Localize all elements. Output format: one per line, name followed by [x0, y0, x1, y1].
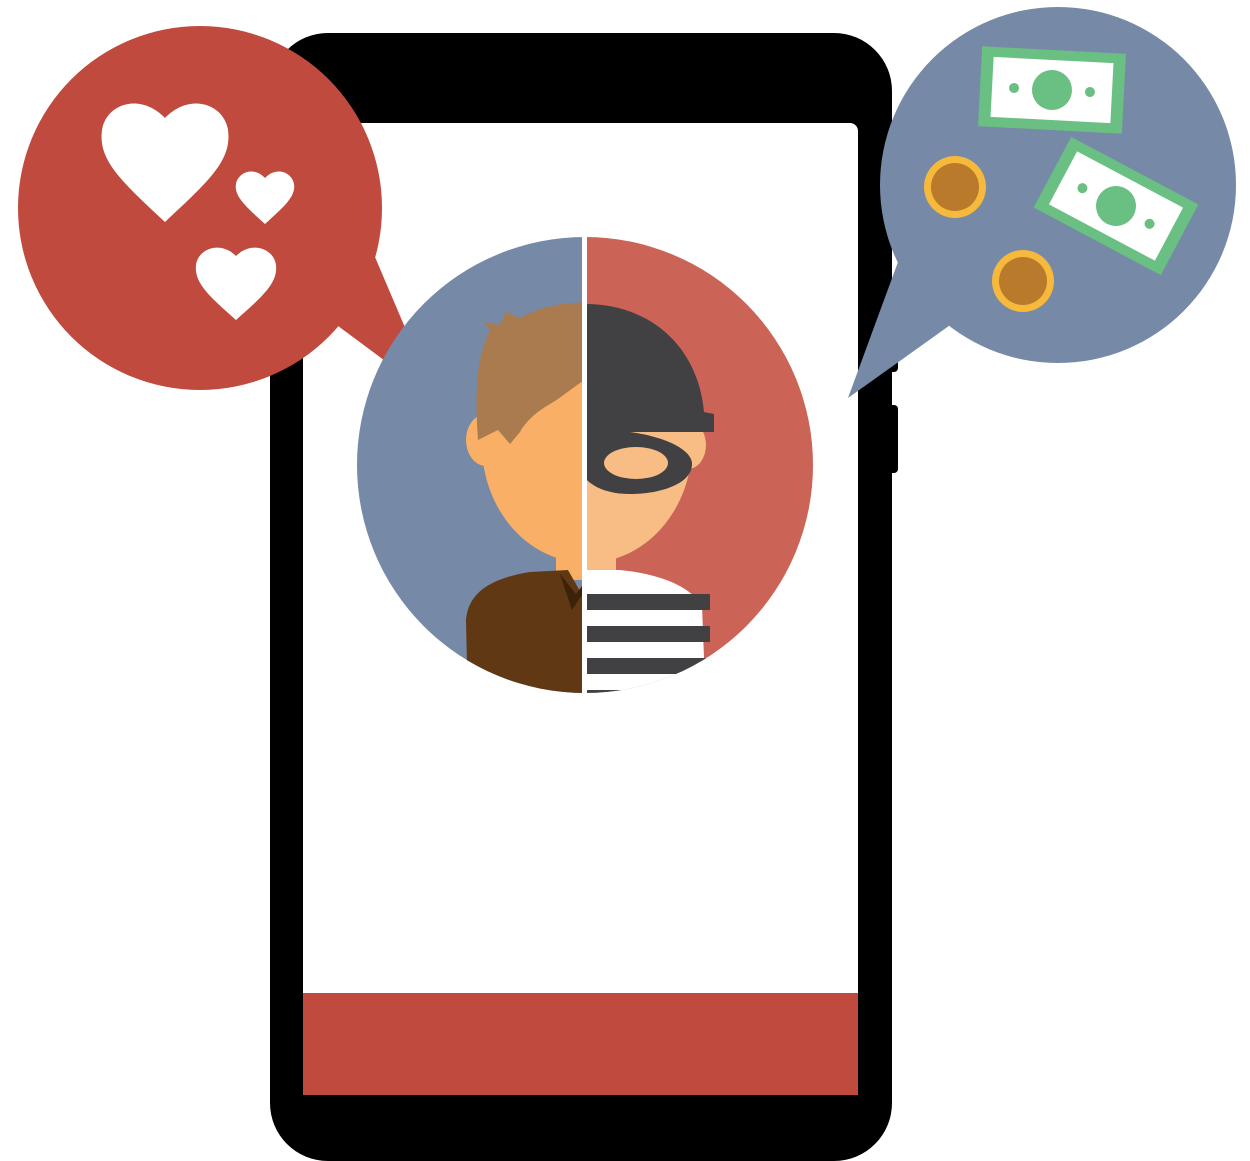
coin-icon	[992, 250, 1054, 312]
cash-bill-icon	[978, 46, 1126, 134]
illustration-canvas	[18, 7, 1236, 1161]
avatar-divider	[582, 237, 587, 693]
love-bubble-circle	[18, 26, 382, 390]
phone-bottom-bar	[303, 993, 858, 1095]
money-speech-bubble	[848, 7, 1236, 398]
eye-hole	[604, 447, 668, 479]
coin-icon	[924, 156, 986, 218]
romance-scam-illustration	[0, 0, 1250, 1161]
